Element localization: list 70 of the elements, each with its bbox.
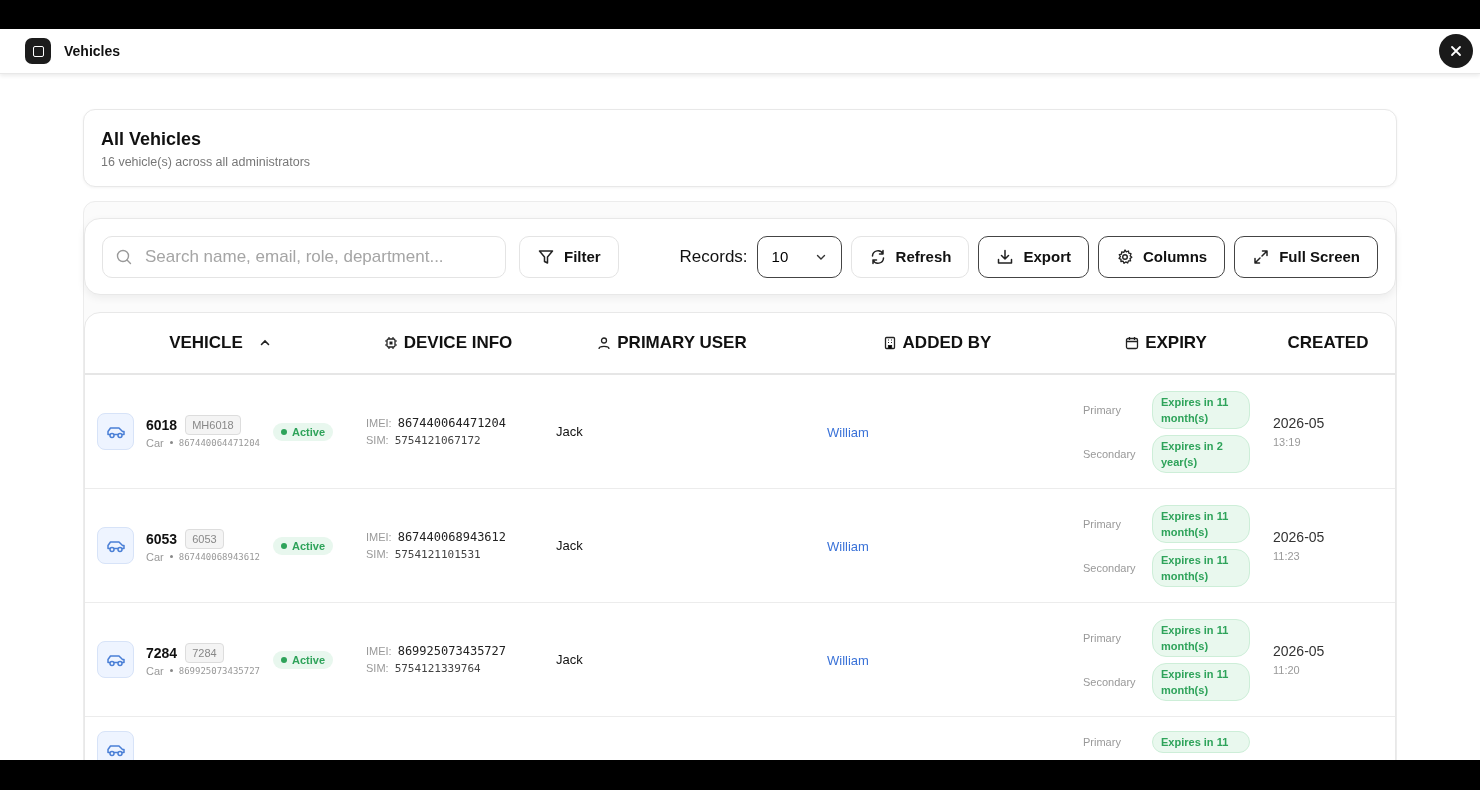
added-by-link[interactable]: William <box>827 424 869 440</box>
window-title: Vehicles <box>64 43 122 59</box>
column-header[interactable]: PRIMARY USER <box>593 329 751 357</box>
expiry-label: Secondary <box>1083 561 1137 574</box>
imei-number: 867440064471204 <box>397 416 507 430</box>
device-id: 869925073435727 <box>178 665 260 676</box>
sim-label: SIM: <box>366 548 389 560</box>
sim-number: 5754121101531 <box>394 548 481 561</box>
imei-number: 869925073435727 <box>397 644 507 658</box>
created-time: 11:23 <box>1273 550 1301 562</box>
vehicle-name: 6018 <box>146 416 178 433</box>
status-badge: Active <box>273 650 334 669</box>
imei-number: 867440068943612 <box>397 530 507 544</box>
expiry-badge: Expires in 2 year(s) <box>1152 434 1250 473</box>
vehicle-type: Car <box>146 664 164 677</box>
primary-user: Jack <box>556 424 583 439</box>
sim-number: 5754121067172 <box>394 434 481 447</box>
expiry-label: Primary <box>1083 403 1122 416</box>
vehicle-name: 6053 <box>146 530 178 547</box>
column-header[interactable]: CREATED <box>1283 329 1373 357</box>
plate-number: 7284 <box>185 642 224 663</box>
refresh-button[interactable]: Refresh <box>850 235 970 278</box>
imei-label: IMEI: <box>366 645 392 657</box>
imei-label: IMEI: <box>366 417 392 429</box>
added-by-link[interactable]: William <box>827 652 869 668</box>
sim-label: SIM: <box>366 662 389 674</box>
page-heading: All Vehicles <box>101 129 203 150</box>
filter-button[interactable]: Filter <box>519 235 619 278</box>
expiry-badge: Expires in 11 month(s) <box>1152 618 1250 657</box>
column-header[interactable]: VEHICLE <box>165 329 275 357</box>
vehicle-type: Car <box>146 550 164 563</box>
expiry-label: Primary <box>1083 631 1122 644</box>
created-time: 13:19 <box>1273 436 1302 448</box>
expiry-label: Secondary <box>1083 447 1137 460</box>
device-id: 867440064471204 <box>178 437 260 448</box>
columns-button[interactable]: Columns <box>1097 235 1226 278</box>
expiry-badge: Expires in 11 <box>1152 731 1250 753</box>
column-header[interactable]: EXPIRY <box>1121 329 1211 357</box>
created-date: 2026-05 <box>1273 529 1326 545</box>
device-id: 867440068943612 <box>178 551 260 562</box>
created-time: 11:20 <box>1273 664 1301 676</box>
imei-label: IMEI: <box>366 531 392 543</box>
records-label: Records: <box>679 246 748 267</box>
status-badge: Active <box>273 422 334 441</box>
expiry-label: Primary <box>1083 517 1122 530</box>
sim-number: 5754121339764 <box>394 662 481 675</box>
export-button[interactable]: Export <box>978 235 1089 278</box>
sim-label: SIM: <box>366 434 389 446</box>
search-field[interactable]: Search name, email, role, department... <box>102 235 506 278</box>
expiry-badge: Expires in 11 month(s) <box>1152 662 1250 701</box>
added-by-link[interactable]: William <box>827 538 869 554</box>
primary-user: Jack <box>556 652 583 667</box>
plate-number: 6053 <box>185 528 224 549</box>
column-header[interactable]: ADDED BY <box>878 329 996 357</box>
vehicle-type: Car <box>146 436 164 449</box>
column-header[interactable]: DEVICE INFO <box>379 329 517 357</box>
records-select[interactable]: 10 <box>756 235 842 278</box>
expiry-label: Secondary <box>1083 675 1137 688</box>
vehicle-name: 7284 <box>146 644 178 661</box>
expiry-label: Primary <box>1083 736 1122 748</box>
plate-number: MH6018 <box>185 414 241 435</box>
primary-user: Jack <box>556 538 583 553</box>
fullscreen-button[interactable]: Full Screen <box>1234 235 1378 278</box>
created-date: 2026-05 <box>1273 643 1326 659</box>
expiry-badge: Expires in 11 month(s) <box>1152 504 1250 543</box>
created-date: 2026-05 <box>1273 415 1326 431</box>
expiry-badge: Expires in 11 month(s) <box>1152 390 1250 429</box>
vehicle-count: 16 vehicle(s) across all administrators <box>101 155 312 169</box>
expiry-badge: Expires in 11 month(s) <box>1152 548 1250 587</box>
status-badge: Active <box>273 536 334 555</box>
